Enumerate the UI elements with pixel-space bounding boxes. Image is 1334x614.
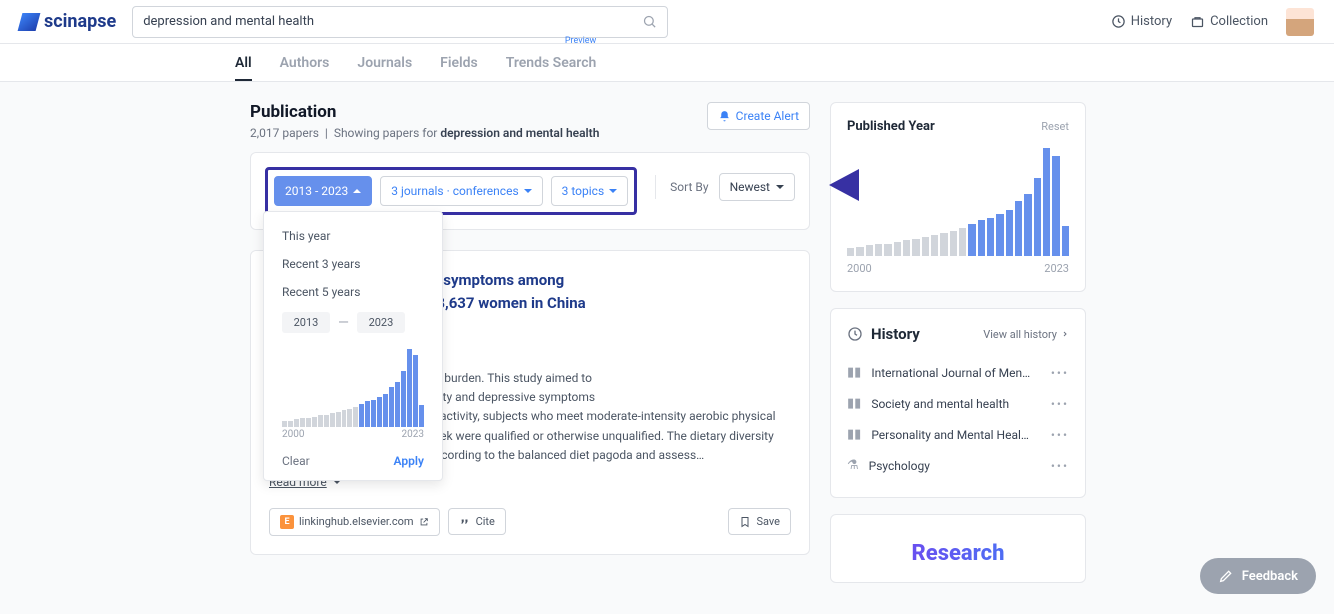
year-dropdown: This year Recent 3 years Recent 5 years … [263, 211, 443, 481]
search-icon[interactable] [642, 14, 657, 29]
create-alert-button[interactable]: Create Alert [707, 102, 810, 130]
book-icon: ▮▮ [847, 427, 861, 442]
topics-filter-button[interactable]: 3 topics [551, 176, 629, 206]
save-button[interactable]: Save [728, 508, 791, 535]
history-label: History [1131, 14, 1172, 29]
publication-subtitle: 2,017 papers | Showing papers for depres… [250, 126, 599, 140]
collection-icon [1190, 14, 1205, 29]
year-filter-button[interactable]: 2013 - 2023 [274, 176, 372, 206]
sort-select[interactable]: Newest [719, 173, 795, 201]
dd-recent-5[interactable]: Recent 5 years [264, 278, 442, 306]
search-input[interactable] [143, 14, 642, 29]
tab-all[interactable]: All [235, 46, 252, 80]
more-icon[interactable]: ••• [1051, 428, 1069, 442]
bell-icon [718, 110, 731, 123]
clear-button[interactable]: Clear [282, 454, 310, 468]
annotation-arrow [829, 169, 859, 201]
more-icon[interactable]: ••• [1051, 397, 1069, 411]
search-box[interactable] [132, 6, 668, 38]
research-card[interactable]: Research [830, 514, 1086, 583]
history-title: History [871, 325, 920, 343]
tab-trends[interactable]: Preview Trends Search [506, 46, 597, 80]
tab-journals[interactable]: Journals [357, 46, 412, 80]
published-year-card: Published Year Reset 20002023 [830, 102, 1086, 292]
flask-icon: ⚗ [847, 458, 859, 473]
view-all-history[interactable]: View all history [983, 328, 1069, 341]
dd-this-year[interactable]: This year [264, 222, 442, 250]
history-item[interactable]: ▮▮International Journal of Men…••• [847, 357, 1069, 388]
apply-button[interactable]: Apply [394, 454, 424, 468]
filter-card: 2013 - 2023 3 journals · conferences 3 t… [250, 152, 810, 230]
year-chart[interactable] [847, 146, 1069, 256]
logo-icon [18, 13, 41, 31]
collection-link[interactable]: Collection [1190, 14, 1268, 29]
collection-label: Collection [1210, 14, 1268, 29]
dd-recent-3[interactable]: Recent 3 years [264, 250, 442, 278]
research-title: Research [847, 531, 1069, 566]
more-icon[interactable]: ••• [1051, 366, 1069, 380]
feedback-button[interactable]: Feedback [1200, 558, 1316, 594]
year-to-input[interactable] [357, 312, 405, 333]
mini-chart[interactable]: 20002023 [264, 339, 442, 448]
history-link[interactable]: History [1111, 14, 1172, 29]
bookmark-icon [739, 516, 751, 528]
history-item[interactable]: ▮▮Society and mental health••• [847, 388, 1069, 419]
tab-authors[interactable]: Authors [280, 46, 330, 80]
published-year-title: Published Year [847, 119, 935, 134]
clock-icon [1111, 14, 1126, 29]
elsevier-icon: E [280, 515, 294, 529]
journals-filter-button[interactable]: 3 journals · conferences [380, 176, 542, 206]
brand-logo[interactable]: scinapse [20, 11, 116, 32]
reset-button[interactable]: Reset [1041, 120, 1069, 133]
chevron-down-icon [524, 189, 532, 193]
publication-title: Publication [250, 102, 599, 122]
book-icon: ▮▮ [847, 365, 861, 380]
avatar[interactable] [1286, 8, 1314, 36]
dash: — [338, 315, 349, 331]
sort-by-label: Sort By [670, 180, 708, 194]
filter-highlight: 2013 - 2023 3 journals · conferences 3 t… [265, 167, 637, 215]
clock-icon [847, 326, 863, 342]
chevron-up-icon [353, 189, 361, 193]
external-link-icon [419, 517, 429, 527]
history-card: History View all history ▮▮International… [830, 308, 1086, 498]
chevron-down-icon [609, 189, 617, 193]
tab-fields[interactable]: Fields [440, 46, 478, 80]
book-icon: ▮▮ [847, 396, 861, 411]
brand-text: scinapse [44, 11, 116, 32]
source-link-button[interactable]: E linkinghub.elsevier.com [269, 508, 440, 536]
history-item[interactable]: ▮▮Personality and Mental Heal…••• [847, 419, 1069, 450]
quote-icon [459, 517, 471, 527]
history-item[interactable]: ⚗Psychology••• [847, 450, 1069, 481]
chevron-down-icon [776, 185, 784, 189]
year-from-input[interactable] [282, 312, 330, 333]
preview-badge: Preview [565, 36, 596, 46]
more-icon[interactable]: ••• [1051, 459, 1069, 473]
chevron-right-icon [1061, 330, 1069, 338]
cite-button[interactable]: Cite [448, 508, 506, 535]
pencil-icon [1218, 568, 1234, 584]
